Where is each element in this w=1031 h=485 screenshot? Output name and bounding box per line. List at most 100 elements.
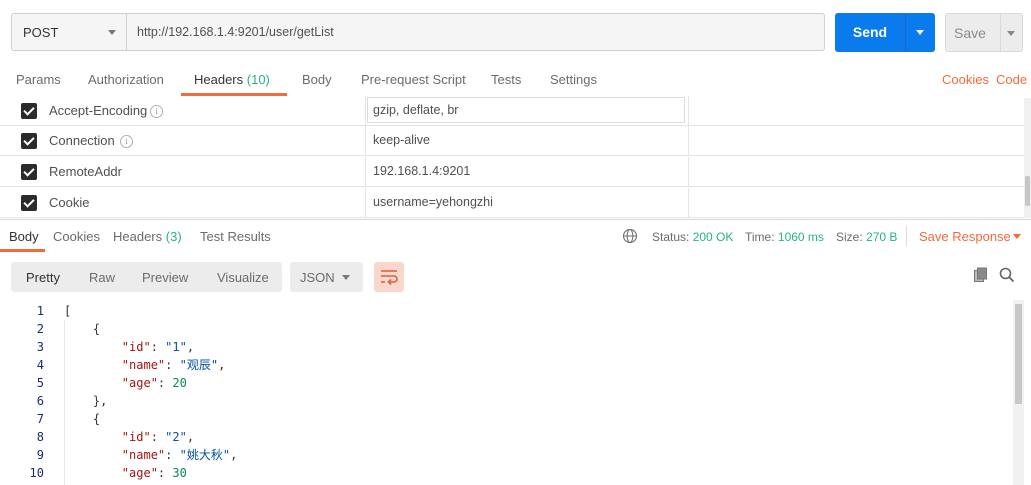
- view-raw[interactable]: Raw: [89, 270, 115, 285]
- time-info: Time: 1060 ms: [745, 230, 824, 244]
- tab-prerequest-script[interactable]: Pre-request Script: [361, 72, 466, 87]
- column-divider: [365, 96, 366, 126]
- url-text: http://192.168.1.4:9201/user/getList: [137, 25, 334, 39]
- send-button[interactable]: Send: [835, 13, 935, 52]
- tab-tests[interactable]: Tests: [491, 72, 521, 87]
- wrap-lines-button[interactable]: [374, 262, 404, 292]
- status-label: Status:: [652, 230, 690, 244]
- url-input[interactable]: http://192.168.1.4:9201/user/getList: [126, 13, 825, 51]
- chevron-down-icon[interactable]: [1013, 234, 1021, 239]
- line-number: 7: [36, 412, 44, 426]
- code-line: "age": 30: [121, 466, 187, 480]
- status-info: Status: 200 OK: [652, 230, 733, 244]
- method-select[interactable]: POST: [11, 13, 126, 51]
- code-line: "id": "2",: [121, 430, 195, 444]
- header-checkbox[interactable]: [21, 103, 37, 119]
- line-number: 1: [36, 304, 44, 318]
- tab-body[interactable]: Body: [302, 72, 332, 87]
- scrollbar-thumb[interactable]: [1015, 304, 1022, 404]
- response-body-editor[interactable]: 1 2 3 4 5 6 7 8 9 10 [ { "id": "1", "nam…: [0, 300, 1031, 485]
- line-numbers: 1 2 3 4 5 6 7 8 9 10: [0, 302, 44, 482]
- cookies-link[interactable]: Cookies: [942, 72, 989, 87]
- view-visualize[interactable]: Visualize: [217, 270, 269, 285]
- chevron-down-icon: [342, 275, 350, 280]
- tab-headers-count: (10): [246, 72, 270, 87]
- header-checkbox[interactable]: [21, 133, 37, 149]
- size-value: 270 B: [866, 230, 898, 244]
- time-value: 1060 ms: [777, 230, 824, 244]
- send-divider: [905, 13, 906, 52]
- header-key[interactable]: Connection: [49, 133, 115, 148]
- editor-scrollbar[interactable]: [1013, 300, 1024, 485]
- code-line: "age": 20: [121, 376, 187, 390]
- line-number: 10: [29, 466, 44, 480]
- save-button[interactable]: Save: [945, 13, 1023, 52]
- header-key[interactable]: RemoteAddr: [49, 164, 122, 179]
- tab-params[interactable]: Params: [16, 72, 61, 87]
- code-line: "id": "1",: [121, 340, 195, 354]
- line-number: 3: [36, 340, 44, 354]
- info-icon[interactable]: i: [120, 135, 133, 148]
- active-tab-indicator: [0, 249, 45, 252]
- tab-authorization[interactable]: Authorization: [88, 72, 164, 87]
- column-divider: [688, 188, 689, 218]
- wrap-icon: [381, 270, 398, 286]
- scrollbar-thumb[interactable]: [1025, 176, 1030, 206]
- response-tab-headers-count: (3): [165, 229, 182, 244]
- header-key[interactable]: Accept-Encoding: [49, 103, 147, 118]
- copy-icon[interactable]: [973, 267, 989, 283]
- view-pretty[interactable]: Pretty: [26, 270, 60, 285]
- headers-scrollbar[interactable]: [1024, 98, 1031, 218]
- response-tab-headers[interactable]: Headers (3): [113, 229, 182, 244]
- column-divider: [688, 96, 689, 126]
- header-row: RemoteAddr 192.168.1.4:9201: [0, 157, 1024, 187]
- meta-divider: [906, 226, 907, 246]
- column-divider: [365, 188, 366, 218]
- header-checkbox[interactable]: [21, 195, 37, 211]
- format-label: JSON: [300, 270, 335, 285]
- column-divider: [365, 157, 366, 187]
- view-preview[interactable]: Preview: [142, 270, 188, 285]
- header-checkbox[interactable]: [21, 164, 37, 180]
- pane-divider[interactable]: [0, 219, 1031, 220]
- code-line: "name": "观辰",: [121, 358, 226, 372]
- size-label: Size:: [836, 230, 863, 244]
- code-line: },: [64, 394, 108, 408]
- method-label: POST: [23, 25, 59, 40]
- header-value[interactable]: 192.168.1.4:9201: [373, 164, 470, 178]
- response-tab-test-results[interactable]: Test Results: [200, 229, 271, 244]
- line-number: 2: [36, 322, 44, 336]
- view-mode-group: Pretty Raw Preview Visualize: [11, 262, 282, 292]
- info-icon[interactable]: i: [150, 105, 163, 118]
- tab-settings[interactable]: Settings: [550, 72, 597, 87]
- code-line: [: [64, 304, 72, 318]
- line-number: 4: [36, 358, 44, 372]
- chevron-down-icon[interactable]: [916, 30, 924, 35]
- line-number: 9: [36, 448, 44, 462]
- format-select[interactable]: JSON: [290, 262, 363, 292]
- tab-headers-label: Headers: [194, 72, 244, 87]
- code-content[interactable]: [ { "id": "1", "name": "观辰", "age": 20 }…: [64, 302, 237, 482]
- response-tab-cookies[interactable]: Cookies: [53, 229, 100, 244]
- header-key[interactable]: Cookie: [49, 195, 89, 210]
- header-row: Cookie username=yehongzhi: [0, 188, 1024, 218]
- globe-icon[interactable]: [622, 228, 638, 244]
- status-value: 200 OK: [692, 230, 734, 244]
- code-link[interactable]: Code: [996, 72, 1027, 87]
- save-label: Save: [954, 25, 986, 41]
- size-info: Size: 270 B: [836, 230, 897, 244]
- column-divider: [365, 126, 366, 156]
- save-response-button[interactable]: Save Response: [919, 229, 1011, 244]
- search-icon[interactable]: [999, 267, 1015, 283]
- time-label: Time:: [745, 230, 775, 244]
- header-value[interactable]: keep-alive: [373, 133, 430, 147]
- chevron-down-icon: [108, 30, 116, 35]
- header-value: gzip, deflate, br: [373, 103, 459, 117]
- tab-headers[interactable]: Headers (10): [194, 72, 270, 87]
- column-divider: [688, 157, 689, 187]
- header-value[interactable]: username=yehongzhi: [373, 195, 493, 209]
- column-divider: [688, 126, 689, 156]
- response-tab-body[interactable]: Body: [9, 229, 39, 244]
- chevron-down-icon[interactable]: [1007, 31, 1015, 36]
- response-tab-headers-label: Headers: [113, 229, 163, 244]
